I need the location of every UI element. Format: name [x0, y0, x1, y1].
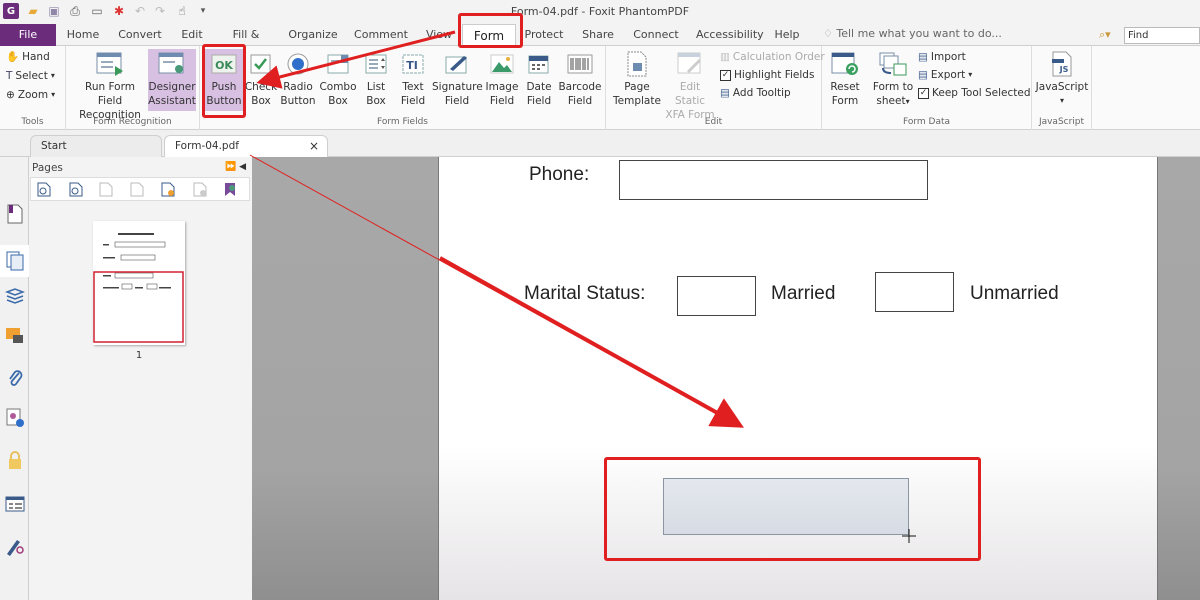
- foxit-phantompdf-window: G ▰ ▣ ⎙ ▭ ✱ ↶ ↷ ☝ ▾ Form-04.pdf - Foxit …: [0, 0, 1200, 600]
- arrow-to-new-field: [439, 256, 744, 428]
- arrow-form-to-push-button: [256, 30, 456, 89]
- annotation-arrows: [249, 30, 744, 428]
